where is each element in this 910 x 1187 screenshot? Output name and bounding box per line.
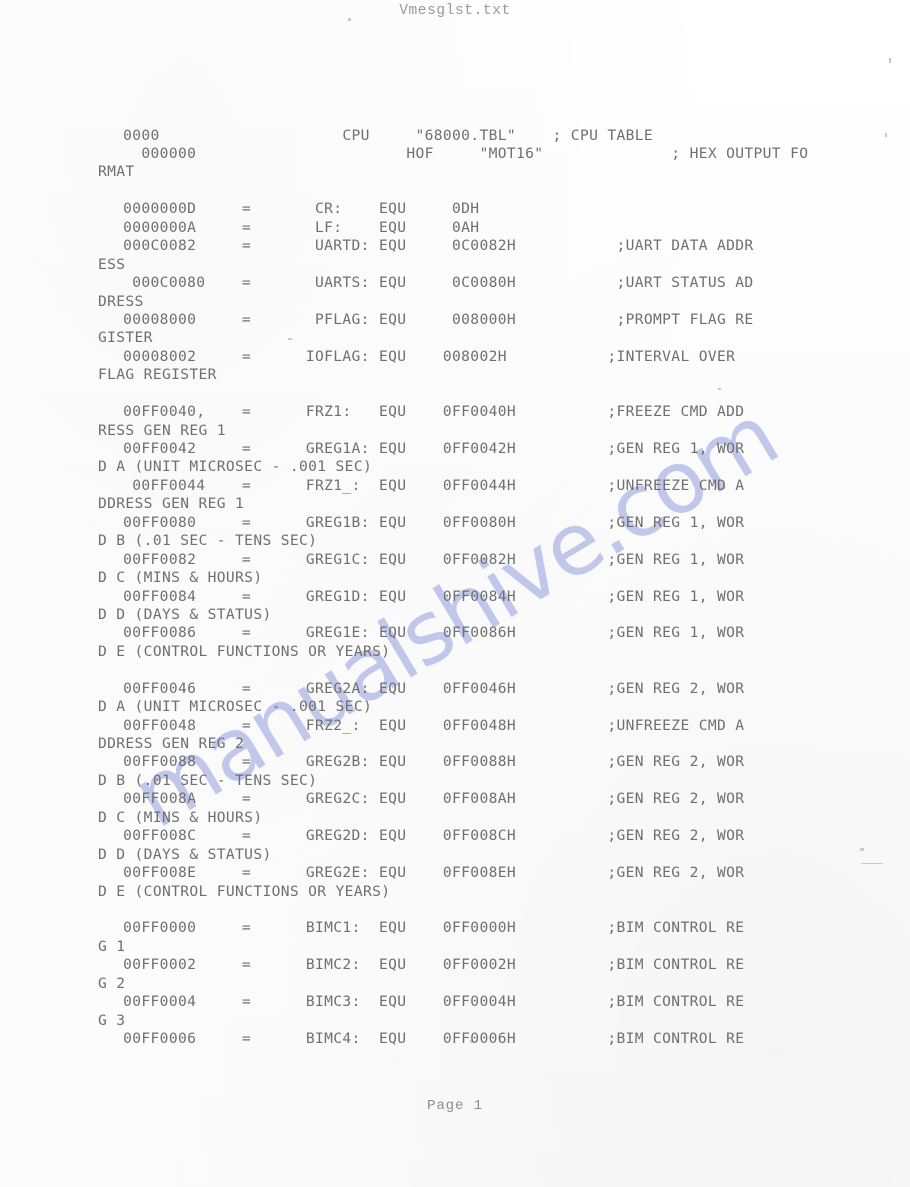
listing-line: 00FF0004 = BIMC3: EQU 0FF0004H ;BIM CONT… (114, 993, 745, 1011)
listing-line: 000000 HOF "MOT16" ; HEX OUTPUT FO (114, 145, 809, 163)
listing-line: GISTER (98, 329, 153, 347)
listing-line: 00FF0040, = FRZ1: EQU 0FF0040H ;FREEZE C… (114, 403, 745, 421)
scan-speck (861, 863, 883, 864)
listing-blank-line (114, 901, 808, 919)
listing-line: 00FF008E = GREG2E: EQU 0FF008EH ;GEN REG… (114, 864, 745, 882)
listing-line: D A (UNIT MICROSEC - .001 SEC) (98, 698, 373, 716)
listing-line: D E (CONTROL FUNCTIONS OR YEARS) (98, 882, 391, 900)
listing-line: FLAG REGISTER (98, 366, 217, 384)
listing-line: D C (MINS & HOURS) (98, 808, 263, 826)
listing-line: ESS (98, 255, 126, 273)
listing-line: DDRESS GEN REG 1 (98, 495, 245, 513)
listing-line: D B (.01 SEC - TENS SEC) (98, 771, 318, 789)
listing-blank-line (114, 385, 808, 403)
listing-line: 00FF008A = GREG2C: EQU 0FF008AH ;GEN REG… (114, 790, 745, 808)
listing-line: D D (DAYS & STATUS) (98, 605, 272, 623)
listing-blank-line (114, 182, 808, 200)
listing-line: 000C0080 = UARTS: EQU 0C0080H ;UART STAT… (114, 274, 754, 292)
listing-line: 00FF0088 = GREG2B: EQU 0FF0088H ;GEN REG… (114, 753, 745, 771)
listing-line: D B (.01 SEC - TENS SEC) (98, 532, 318, 550)
listing-line: 00FF0086 = GREG1E: EQU 0FF0086H ;GEN REG… (114, 624, 745, 642)
listing-line: 00008000 = PFLAG: EQU 008000H ;PROMPT FL… (114, 310, 754, 328)
listing-line: D A (UNIT MICROSEC - .001 SEC) (98, 458, 373, 476)
listing-line: DRESS (98, 292, 144, 310)
listing-line: 00FF008C = GREG2D: EQU 0FF008CH ;GEN REG… (114, 827, 745, 845)
listing-line: 00FF0082 = GREG1C: EQU 0FF0082H ;GEN REG… (114, 550, 745, 568)
listing-line: 00008002 = IOFLAG: EQU 008002H ;INTERVAL… (114, 347, 736, 365)
listing-line: 00FF0044 = FRZ1_: EQU 0FF0044H ;UNFREEZE… (114, 476, 745, 494)
listing-line: RMAT (98, 163, 135, 181)
listing-line: 0000000A = LF: EQU 0AH (114, 218, 480, 236)
listing-line: 00FF0000 = BIMC1: EQU 0FF0000H ;BIM CONT… (114, 919, 745, 937)
listing-line: 000C0082 = UARTD: EQU 0C0082H ;UART DATA… (114, 237, 754, 255)
scan-speck (860, 848, 864, 851)
listing-blank-line (114, 661, 808, 679)
listing-line: 00FF0002 = BIMC2: EQU 0FF0002H ;BIM CONT… (114, 956, 745, 974)
listing-line: D E (CONTROL FUNCTIONS OR YEARS) (98, 642, 391, 660)
page-footer: Page 1 (427, 1098, 483, 1114)
listing-line: 00FF0080 = GREG1B: EQU 0FF0080H ;GEN REG… (114, 513, 745, 531)
scan-speck (889, 58, 891, 63)
listing-line: 00FF0046 = GREG2A: EQU 0FF0046H ;GEN REG… (114, 679, 745, 697)
listing-line: RESS GEN REG 1 (98, 421, 226, 439)
listing-line: G 1 (98, 937, 126, 955)
listing-line: 00FF0048 = FRZ2_: EQU 0FF0048H ;UNFREEZE… (114, 716, 745, 734)
listing-line: D D (DAYS & STATUS) (98, 845, 272, 863)
listing-line: G 2 (98, 974, 126, 992)
document-header-title: Vmesglst.txt (399, 3, 511, 19)
assembly-listing: 0000 CPU "68000.TBL" ; CPU TABLE 000000 … (98, 126, 809, 1049)
scan-speck (885, 133, 887, 137)
listing-line: 00FF0084 = GREG1D: EQU 0FF0084H ;GEN REG… (114, 587, 745, 605)
listing-line: 0000000D = CR: EQU 0DH (114, 200, 480, 218)
listing-line: D C (MINS & HOURS) (98, 569, 263, 587)
listing-line: DDRESS GEN REG 2 (98, 735, 245, 753)
listing-line: 00FF0042 = GREG1A: EQU 0FF0042H ;GEN REG… (114, 440, 745, 458)
listing-line: G 3 (98, 1011, 126, 1029)
listing-line: 00FF0006 = BIMC4: EQU 0FF0006H ;BIM CONT… (114, 1030, 745, 1048)
listing-line: 0000 CPU "68000.TBL" ; CPU TABLE (114, 126, 654, 144)
scanned-page: manualshive.com Vmesglst.txt 0000 CPU "6… (0, 0, 910, 1187)
